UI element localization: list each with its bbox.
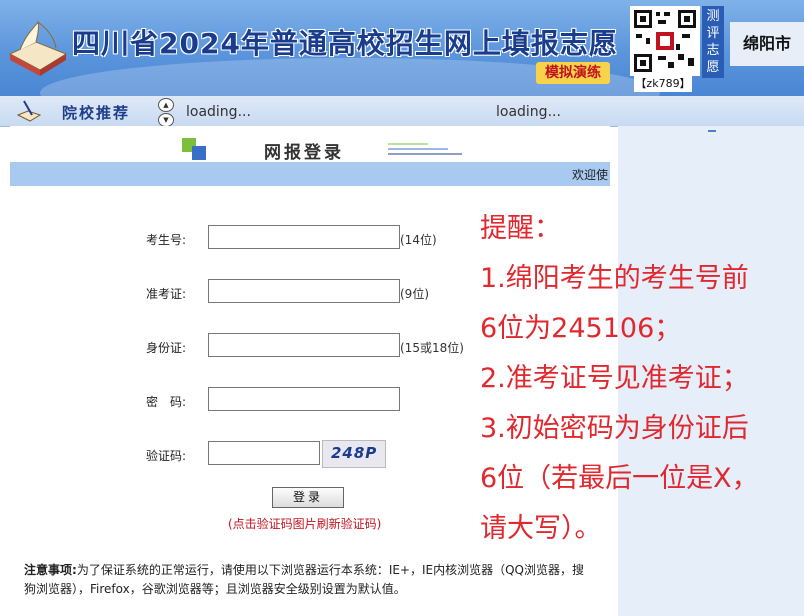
college-recommend-title[interactable]: 院校推荐 <box>62 102 130 123</box>
captcha-label: 验证码: <box>146 449 187 463</box>
qr-code-label: 【zk789】 <box>634 76 692 92</box>
loading-text-right: loading... <box>496 104 561 120</box>
reminder-line: 6位（若最后一位是X， <box>480 463 759 494</box>
admission-ticket-input[interactable] <box>208 279 400 303</box>
password-input[interactable] <box>208 387 400 411</box>
reminder-line: 1.绵阳考生的考生号前 <box>480 263 749 294</box>
reminder-overlay: 提醒： 1.绵阳考生的考生号前 6位为245106； 2.准考证号见准考证； 3… <box>480 204 800 554</box>
book-icon <box>8 20 68 76</box>
city-name: 绵阳市 <box>730 22 804 66</box>
reminder-line: 2.准考证号见准考证； <box>480 363 749 394</box>
id-card-label: 身份证: <box>146 341 187 355</box>
pen-book-icon <box>16 100 42 122</box>
login-title: 网报登录 <box>264 143 344 163</box>
right-column-marker <box>708 130 716 132</box>
reminder-line: 提醒： <box>480 213 561 244</box>
reminder-line: 3.初始密码为身份证后 <box>480 413 749 444</box>
id-card-input[interactable] <box>208 333 400 357</box>
captcha-input[interactable] <box>208 441 320 465</box>
banner-title: 四川省2024年普通高校招生网上填报志愿 <box>72 27 618 60</box>
admission-ticket-label: 准考证: <box>146 287 187 301</box>
reminder-line: 6位为245106； <box>480 313 682 344</box>
admission-ticket-hint: (9位) <box>400 287 429 301</box>
nav-bar: 院校推荐 ▲ ▼ loading... loading... <box>0 96 804 127</box>
qr-code-icon[interactable] <box>630 6 700 76</box>
mock-drill-badge: 模拟演练 <box>536 62 610 84</box>
welcome-bar: 欢迎使 <box>10 162 610 186</box>
scroll-arrows: ▲ ▼ <box>158 98 174 127</box>
notice-text: 为了保证系统的正常运行，请使用以下浏览器运行本系统：IE+，IE内核浏览器（QQ… <box>24 563 585 596</box>
notice-section: 注意事项:为了保证系统的正常运行，请使用以下浏览器运行本系统：IE+，IE内核浏… <box>24 561 584 599</box>
captcha-text: 248P <box>331 444 378 462</box>
exam-number-label: 考生号: <box>146 233 187 247</box>
exam-number-hint: (14位) <box>400 233 437 247</box>
captcha-image[interactable]: 248P <box>322 440 386 468</box>
captcha-refresh-note: (点击验证码图片刷新验证码) <box>228 517 382 531</box>
login-button[interactable]: 登录 <box>272 487 344 508</box>
login-squares-icon <box>182 138 206 160</box>
chevron-up-icon[interactable]: ▲ <box>158 98 174 112</box>
welcome-text: 欢迎使 <box>571 168 608 182</box>
title-decoration <box>388 143 462 155</box>
password-label: 密 码: <box>146 395 187 409</box>
evaluation-vertical-label[interactable]: 测评志愿 <box>702 6 724 78</box>
reminder-line: 请大写）。 <box>480 513 602 544</box>
chevron-down-icon[interactable]: ▼ <box>158 113 174 127</box>
exam-number-input[interactable] <box>208 225 400 249</box>
notice-title: 注意事项: <box>24 563 77 577</box>
header-banner: 四川省2024年普通高校招生网上填报志愿 模拟演练 【zk789】 测评志愿 绵… <box>0 0 804 96</box>
id-card-hint: (15或18位) <box>400 341 464 355</box>
loading-text-left: loading... <box>186 104 251 120</box>
